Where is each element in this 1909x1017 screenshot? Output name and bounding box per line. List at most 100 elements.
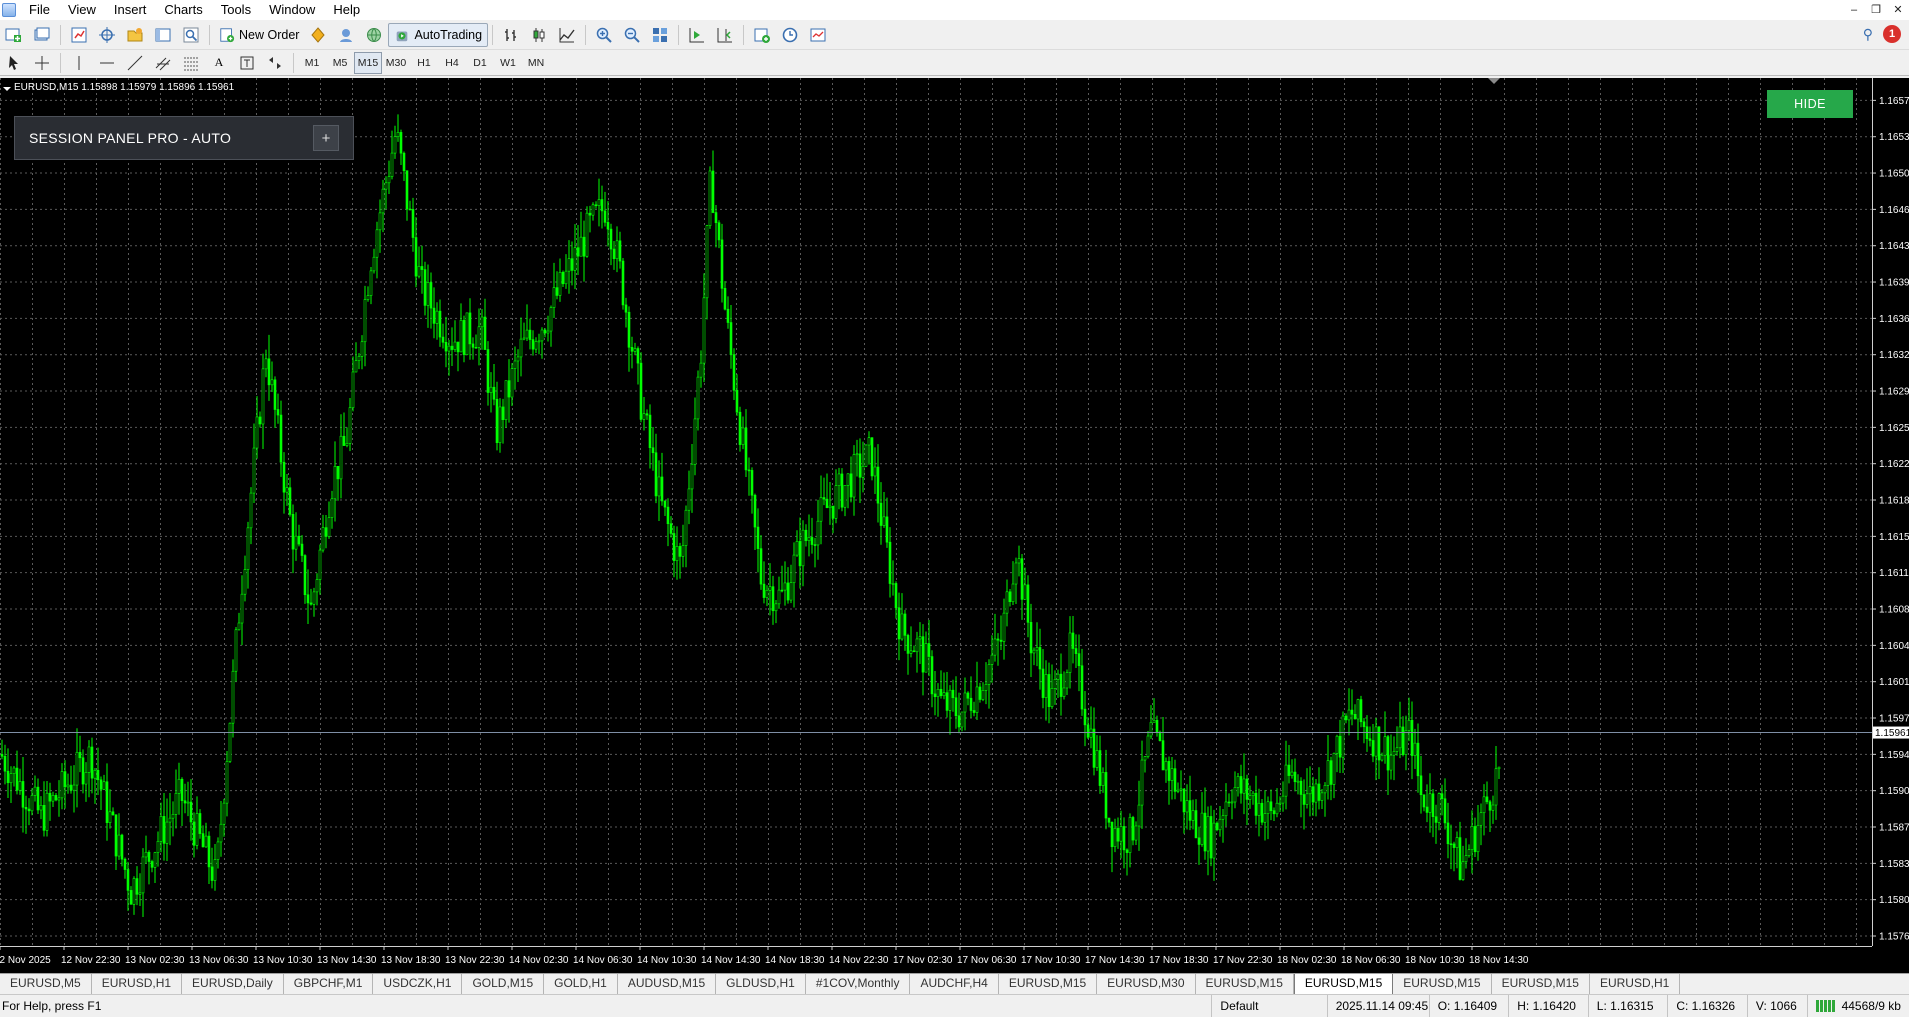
line-chart-button[interactable] <box>554 23 580 47</box>
profiles-button[interactable] <box>29 23 55 47</box>
price-axis-label: 1.16395 <box>1879 278 1909 289</box>
menu-file[interactable]: File <box>20 0 59 20</box>
chart-tab[interactable]: EURUSD,H1 <box>92 974 183 994</box>
candle-body <box>42 804 46 831</box>
candle-body <box>1230 801 1234 804</box>
tile-windows-button[interactable] <box>647 23 673 47</box>
menu-tools[interactable]: Tools <box>212 0 260 20</box>
new-chart-button[interactable] <box>1 23 27 47</box>
text-button[interactable]: A <box>206 51 232 75</box>
chart-shift-button[interactable] <box>712 23 738 47</box>
hide-button[interactable]: HIDE <box>1767 90 1853 118</box>
chart-tab[interactable]: EURUSD,M15 <box>1393 974 1492 994</box>
chart-canvas[interactable]: 1.16570 1.16535 1.16500 1.16465 1.16430 1.163… <box>0 78 1909 973</box>
candle-body <box>354 360 358 373</box>
timeframe-w1[interactable]: W1 <box>494 52 522 74</box>
timeframe-d1[interactable]: D1 <box>466 52 494 74</box>
chart-tab[interactable]: AUDCHF,H4 <box>910 974 999 994</box>
community-button[interactable] <box>361 23 387 47</box>
chart-tab[interactable]: #1COV,Monthly <box>806 974 911 994</box>
candle-body <box>1257 802 1261 816</box>
auto-scroll-button[interactable] <box>684 23 710 47</box>
autotrading-icon <box>397 30 408 41</box>
chart-tab[interactable]: EURUSD,M5 <box>0 974 92 994</box>
trendline-button[interactable] <box>122 51 148 75</box>
close-icon[interactable]: ✕ <box>1887 0 1909 20</box>
timeframe-h4[interactable]: H4 <box>438 52 466 74</box>
status-open: O: 1.16409 <box>1428 994 1509 1017</box>
magnifier-chart-icon <box>183 27 199 42</box>
indicators-button[interactable] <box>749 23 775 47</box>
equidistant-channel-button[interactable] <box>150 51 176 75</box>
menu-charts[interactable]: Charts <box>155 0 211 20</box>
chart-tab[interactable]: EURUSD,M15 <box>1196 974 1294 994</box>
candle-body <box>156 841 160 853</box>
candle-body <box>933 693 937 698</box>
candlesticks-button[interactable] <box>526 23 552 47</box>
timeframe-h1[interactable]: H1 <box>410 52 438 74</box>
menu-window[interactable]: Window <box>260 0 324 20</box>
vertical-line-button[interactable] <box>66 51 92 75</box>
menu-help[interactable]: Help <box>324 0 369 20</box>
toolbar-separator <box>678 24 680 45</box>
fibonacci-button[interactable] <box>178 51 204 75</box>
menu-view[interactable]: View <box>59 0 105 20</box>
chart-tab[interactable]: EURUSD,M15 <box>1293 974 1394 995</box>
chart-tab[interactable]: EURUSD,M15 <box>999 974 1098 994</box>
new-order-button[interactable]: New Order <box>214 23 304 47</box>
horizontal-line-button[interactable] <box>94 51 120 75</box>
candle-body <box>1056 673 1060 680</box>
session-panel-expand-button[interactable]: + <box>313 125 339 151</box>
zoom-in-button[interactable] <box>591 23 617 47</box>
arrows-button[interactable] <box>262 51 288 75</box>
navigator-button[interactable] <box>122 23 148 47</box>
chart-tab[interactable]: EURUSD,M15 <box>1492 974 1590 994</box>
chart-tab[interactable]: EURUSD,H1 <box>1590 974 1681 994</box>
minimize-icon[interactable]: – <box>1843 0 1865 20</box>
data-window-button[interactable] <box>94 23 120 47</box>
timeframe-mn[interactable]: MN <box>522 52 550 74</box>
candle-body <box>87 746 91 773</box>
candle-body <box>615 240 619 260</box>
timeframe-m1[interactable]: M1 <box>298 52 326 74</box>
chart-tab[interactable]: EURUSD,M30 <box>1097 974 1196 994</box>
timeframe-m30[interactable]: M30 <box>382 52 410 74</box>
timeframe-m5[interactable]: M5 <box>326 52 354 74</box>
cursor-button[interactable] <box>1 51 27 75</box>
candle-body <box>1278 802 1282 805</box>
notification-badge[interactable]: 1 <box>1883 25 1901 43</box>
candle-body <box>1218 818 1222 831</box>
session-panel[interactable]: SESSION PANEL PRO - AUTO + <box>14 116 354 160</box>
text-label-button[interactable] <box>234 51 260 75</box>
candle-body <box>618 240 622 262</box>
timeframe-m15[interactable]: M15 <box>354 51 382 74</box>
autotrading-button[interactable]: AutoTrading <box>388 22 489 47</box>
candle-body <box>249 492 253 529</box>
signals-button[interactable] <box>333 23 359 47</box>
menu-insert[interactable]: Insert <box>105 0 156 20</box>
templates-button[interactable] <box>805 23 831 47</box>
chart-tab[interactable]: GBPCHF,M1 <box>284 974 374 994</box>
bar-chart-button[interactable] <box>498 23 524 47</box>
restore-icon[interactable]: ❐ <box>1865 0 1887 20</box>
chart-tab[interactable]: GOLD,H1 <box>544 974 618 994</box>
chart-tab[interactable]: USDCZK,H1 <box>373 974 463 994</box>
candle-body <box>846 473 850 486</box>
chart-tab[interactable]: EURUSD,Daily <box>182 974 284 994</box>
chart-tab[interactable]: AUDUSD,M15 <box>618 974 717 994</box>
chart-tab[interactable]: GLDUSD,H1 <box>716 974 806 994</box>
crosshair-button[interactable] <box>29 51 55 75</box>
candle-body <box>1182 788 1186 813</box>
candle-body <box>1395 747 1399 752</box>
periods-button[interactable] <box>777 23 803 47</box>
metaeditor-button[interactable] <box>305 23 331 47</box>
candle-body <box>1401 726 1405 755</box>
terminal-button[interactable] <box>150 23 176 47</box>
strategy-tester-button[interactable] <box>178 23 204 47</box>
zoom-out-button[interactable] <box>619 23 645 47</box>
candle-body <box>693 418 697 465</box>
price-chart[interactable]: 1.16570 1.16535 1.16500 1.16465 1.16430 1.163… <box>0 78 1909 973</box>
chart-tab[interactable]: GOLD,M15 <box>462 974 545 994</box>
search-icon[interactable]: ⚲ <box>1863 26 1873 43</box>
market-watch-button[interactable] <box>66 23 92 47</box>
